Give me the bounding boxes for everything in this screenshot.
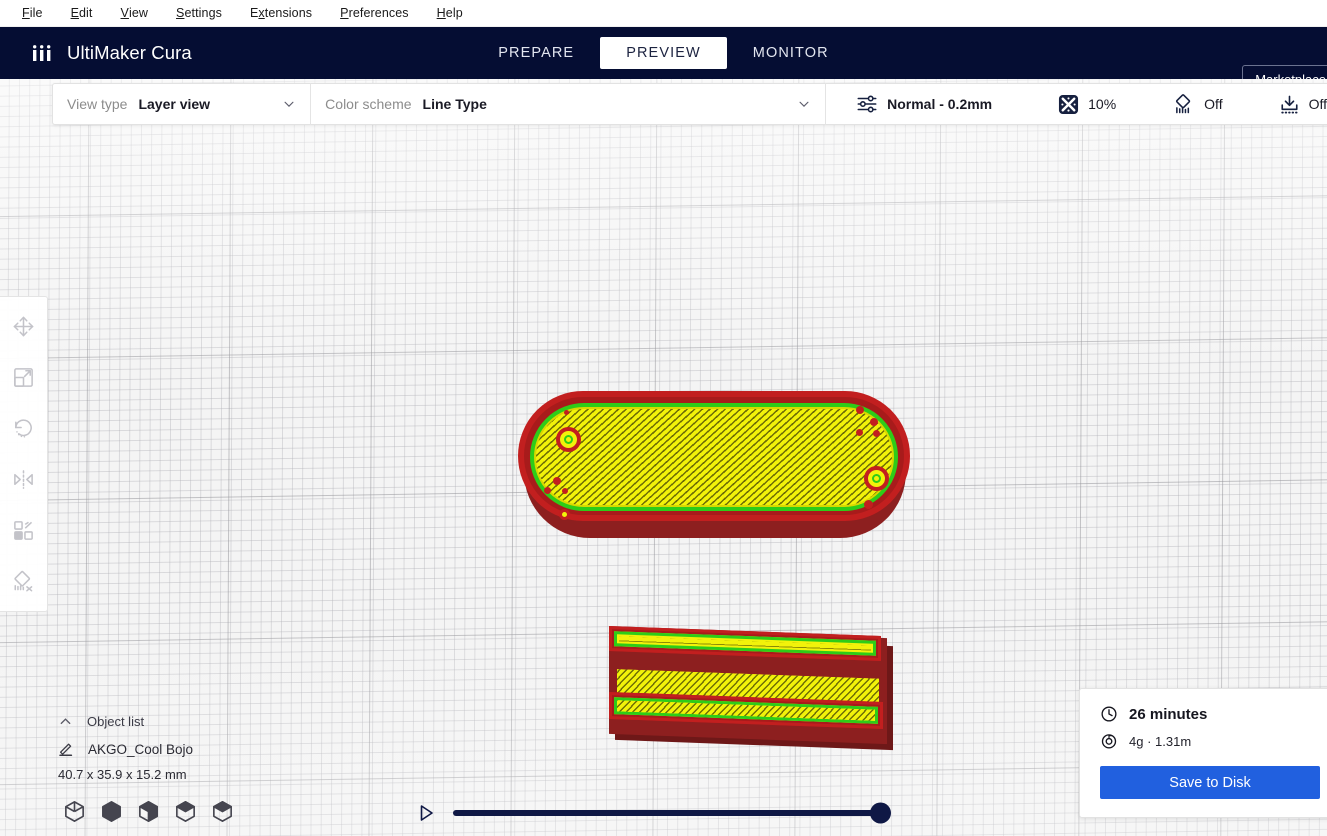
adhesion-setting[interactable]: Off bbox=[1265, 94, 1327, 115]
print-time-value: 26 minutes bbox=[1129, 705, 1208, 723]
layer-slider[interactable] bbox=[453, 802, 891, 824]
sliced-model-long-bar[interactable] bbox=[605, 626, 893, 751]
view-type-dropdown[interactable]: View type Layer view bbox=[53, 84, 310, 124]
object-list-panel: Object list AKGO_Cool Bojo 40.7 x 35.9 x… bbox=[58, 708, 318, 783]
model-a-hole-dot bbox=[564, 410, 569, 415]
sliced-model-rounded-slab[interactable] bbox=[518, 384, 912, 544]
object-list-item[interactable]: AKGO_Cool Bojo bbox=[58, 734, 318, 764]
rotate-tool[interactable] bbox=[0, 403, 48, 454]
menu-file[interactable]: File bbox=[8, 0, 57, 27]
tab-prepare[interactable]: PREPARE bbox=[472, 37, 600, 69]
build-plate-adhesion-icon bbox=[1279, 94, 1300, 115]
view-top[interactable] bbox=[136, 799, 161, 824]
move-arrows-icon bbox=[12, 315, 35, 338]
infill-density-icon bbox=[1058, 94, 1079, 115]
print-settings-summary: Normal - 0.2mm 10% Off Off bbox=[826, 93, 1327, 115]
save-to-disk-button[interactable]: Save to Disk bbox=[1100, 766, 1320, 799]
cura-application-window: File Edit View Settings Ex tensions Prefe… bbox=[0, 0, 1327, 836]
per-model-settings-tool[interactable] bbox=[0, 505, 48, 556]
support-value: Off bbox=[1204, 96, 1223, 112]
clock-icon bbox=[1100, 705, 1118, 723]
tool-strip bbox=[0, 296, 48, 612]
model-a-hole-dot bbox=[544, 487, 551, 494]
view-3d-isometric[interactable] bbox=[62, 799, 87, 824]
color-scheme-value: Line Type bbox=[422, 96, 487, 112]
color-scheme-dropdown[interactable]: Color scheme Line Type bbox=[311, 84, 825, 124]
chevron-down-icon bbox=[797, 97, 811, 111]
scale-tool[interactable] bbox=[0, 352, 48, 403]
model-a-infill bbox=[536, 409, 892, 505]
print-time-row: 26 minutes bbox=[1100, 705, 1320, 723]
chevron-down-icon bbox=[282, 97, 296, 111]
model-a-hole-dot bbox=[562, 488, 568, 494]
view-settings-bar: View type Layer view Color scheme Line T… bbox=[52, 83, 1327, 125]
view-type-label: View type bbox=[67, 96, 128, 112]
model-a-hole-dot bbox=[856, 429, 863, 436]
layer-playback-bar bbox=[415, 802, 891, 824]
material-value: 4g · 1.31m bbox=[1129, 733, 1192, 749]
model-a-hole-ring-core bbox=[564, 435, 573, 444]
per-model-blocks-icon bbox=[12, 519, 35, 542]
view-type-value: Layer view bbox=[138, 96, 211, 112]
menu-bar: File Edit View Settings Ex tensions Prefe… bbox=[0, 0, 1327, 27]
stage-tabs: PREPARE PREVIEW MONITOR bbox=[0, 27, 1327, 79]
menu-settings[interactable]: Settings bbox=[162, 0, 236, 27]
menu-help[interactable]: Help bbox=[423, 0, 477, 27]
menu-edit[interactable]: Edit bbox=[57, 0, 107, 27]
object-list-header[interactable]: Object list bbox=[58, 708, 318, 734]
model-a-hole-dot bbox=[856, 406, 864, 414]
infill-value: 10% bbox=[1088, 96, 1117, 112]
layer-slider-handle[interactable] bbox=[870, 802, 891, 824]
view-right[interactable] bbox=[210, 799, 235, 824]
play-triangle-icon[interactable] bbox=[415, 802, 437, 824]
build-plate-viewport[interactable]: Object list AKGO_Cool Bojo 40.7 x 35.9 x… bbox=[0, 79, 1327, 836]
menu-extensions[interactable]: Ex tensions bbox=[236, 0, 326, 27]
support-setting[interactable]: Off bbox=[1160, 93, 1236, 115]
tab-monitor[interactable]: MONITOR bbox=[727, 37, 855, 69]
camera-view-buttons bbox=[62, 799, 235, 824]
model-a-hole-dot bbox=[553, 477, 561, 485]
move-tool[interactable] bbox=[0, 301, 48, 352]
object-list-title: Object list bbox=[87, 713, 145, 729]
mirror-arrows-icon bbox=[12, 468, 35, 491]
menu-preferences[interactable]: Preferences bbox=[326, 0, 423, 27]
view-left[interactable] bbox=[173, 799, 198, 824]
tab-preview[interactable]: PREVIEW bbox=[600, 37, 727, 69]
menu-view[interactable]: View bbox=[107, 0, 163, 27]
chevron-up-icon bbox=[58, 714, 73, 729]
object-name: AKGO_Cool Bojo bbox=[88, 741, 194, 757]
view-front[interactable] bbox=[99, 799, 124, 824]
rotate-arrow-icon bbox=[12, 417, 35, 440]
infill-setting[interactable]: 10% bbox=[1044, 94, 1130, 115]
support-structure-icon bbox=[1174, 93, 1195, 115]
print-profile-value: Normal - 0.2mm bbox=[887, 96, 993, 112]
adhesion-value: Off bbox=[1308, 96, 1327, 112]
model-a-hole-dot bbox=[559, 509, 570, 520]
scale-square-icon bbox=[12, 366, 35, 389]
print-profile-setting[interactable]: Normal - 0.2mm bbox=[842, 93, 1006, 115]
support-blocker-tool[interactable] bbox=[0, 556, 48, 607]
app-header: UltiMaker Cura PREPARE PREVIEW MONITOR M… bbox=[0, 27, 1327, 94]
pencil-icon bbox=[58, 741, 74, 757]
model-a-hole-ring-core bbox=[872, 474, 881, 483]
filament-spool-icon bbox=[1100, 732, 1118, 750]
color-scheme-label: Color scheme bbox=[325, 96, 412, 112]
model-a-hole-dot bbox=[870, 418, 878, 426]
mirror-tool[interactable] bbox=[0, 454, 48, 505]
material-row: 4g · 1.31m bbox=[1100, 732, 1320, 750]
model-a-hole-dot bbox=[873, 430, 880, 437]
object-dimensions: 40.7 x 35.9 x 15.2 mm bbox=[58, 767, 187, 782]
print-information-panel: 26 minutes 4g · 1.31m Save to Disk bbox=[1079, 688, 1327, 818]
model-a-hole-dot bbox=[864, 500, 873, 509]
print-settings-sliders-icon bbox=[856, 93, 878, 115]
support-blocker-icon bbox=[12, 570, 35, 593]
